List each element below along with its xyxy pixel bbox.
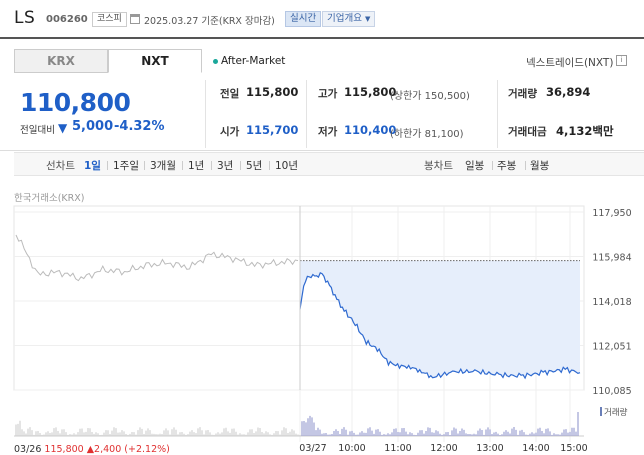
footer-pct: (+2.12%) [124, 444, 170, 455]
x-tick-label: 11:00 [384, 443, 411, 454]
candle-period-tab[interactable]: 월봉 [530, 158, 549, 173]
y-tick-label: 114,018 [592, 297, 631, 308]
open-value: 115,700 [246, 123, 299, 137]
footer-change: ▲2,400 [86, 444, 122, 455]
info-icon[interactable]: i [616, 55, 627, 66]
period-separator [144, 161, 145, 170]
candle-chart-label: 봉차트 [424, 160, 453, 172]
tab-krx[interactable]: KRX [14, 49, 108, 73]
period-tab[interactable]: 10년 [275, 158, 298, 173]
period-separator [107, 161, 108, 170]
price-chart[interactable]: 117,950 115,984 114,018 112,051 110,085 03/27… [0, 196, 644, 455]
period-tab[interactable]: 1년 [188, 158, 204, 173]
x-tick-label: 12:00 [430, 443, 457, 454]
candle-period-tab[interactable]: 주봉 [497, 158, 516, 173]
current-price: 110,800 [20, 88, 131, 117]
stats-divider [497, 80, 498, 148]
low-value: 110,400 [344, 123, 397, 137]
candle-period-tab[interactable]: 일봉 [465, 158, 484, 173]
period-tab[interactable]: 5년 [246, 158, 262, 173]
period-tab[interactable]: 1주일 [113, 158, 139, 173]
realtime-button[interactable]: 실시간 [285, 11, 322, 27]
period-tab[interactable]: 1일 [84, 158, 101, 173]
company-info-label: 기업개요 [327, 13, 362, 24]
x-tick-label: 14:00 [522, 443, 549, 454]
low-label: 저가 [318, 126, 338, 138]
volume-legend-label: 거래량 [604, 408, 628, 418]
tab-nxt[interactable]: NXT [108, 49, 202, 73]
prev-close-label: 전일 [220, 88, 240, 100]
footer-price: 115,800 [44, 444, 84, 455]
period-separator [182, 161, 183, 170]
company-info-dropdown[interactable]: 기업개요 ▼ [322, 11, 376, 27]
volume-legend-swatch [600, 407, 602, 416]
footer-date: 03/26 [14, 444, 42, 455]
upper-limit: (상한가 150,500) [390, 91, 470, 102]
period-separator [525, 161, 526, 170]
period-separator [269, 161, 270, 170]
period-separator [211, 161, 212, 170]
chevron-down-icon: ▼ [365, 15, 371, 23]
change-label: 전일대비 [20, 125, 55, 136]
header-divider [0, 37, 644, 39]
x-tick-label: 13:00 [476, 443, 503, 454]
prev-close-value: 115,800 [246, 85, 299, 99]
high-value: 115,800 [344, 85, 397, 99]
y-tick-label: 112,051 [592, 342, 631, 353]
x-tick-label: 10:00 [338, 443, 365, 454]
change-percent: -4.32% [114, 119, 165, 134]
open-label: 시가 [220, 126, 240, 138]
amount-value: 4,132백만 [556, 124, 614, 138]
x-tick-label: 03/27 [299, 443, 326, 454]
line-chart-label: 선차트 [46, 160, 75, 172]
down-arrow-icon: ▼ [58, 121, 68, 135]
change-value: 5,000 [72, 119, 114, 134]
volume-value: 36,894 [546, 85, 591, 99]
amount-label: 거래대금 [508, 126, 547, 138]
period-tab[interactable]: 3년 [217, 158, 233, 173]
period-separator [240, 161, 241, 170]
stock-name: LS [14, 8, 36, 28]
stats-bottom-divider [0, 150, 644, 151]
stats-divider [205, 80, 206, 148]
series-today-area [300, 260, 580, 379]
stock-code: 006260 [46, 14, 88, 25]
market-tag: 코스피 [92, 12, 127, 27]
volume-label: 거래량 [508, 88, 537, 100]
series-prev-day-line [15, 234, 299, 282]
stats-divider [306, 80, 307, 148]
period-separator [492, 161, 493, 170]
y-tick-label: 110,085 [592, 386, 631, 397]
calendar-icon [130, 14, 140, 24]
after-market-dot-icon [213, 59, 218, 64]
nextrade-label: 넥스트레이드(NXT) [526, 57, 614, 69]
date-text: 2025.03.27 기준(KRX 장마감) [144, 16, 275, 27]
after-market-label: After-Market [221, 55, 286, 67]
x-tick-label: 15:00 [560, 443, 587, 454]
period-tab[interactable]: 3개월 [150, 158, 176, 173]
footer-prev-summary: 03/26 115,800 ▲2,400 (+2.12%) [14, 444, 170, 455]
high-label: 고가 [318, 88, 338, 100]
lower-limit: (하한가 81,100) [390, 129, 464, 140]
period-bar [14, 152, 644, 176]
y-tick-label: 115,984 [592, 252, 631, 263]
y-tick-label: 117,950 [592, 208, 631, 219]
